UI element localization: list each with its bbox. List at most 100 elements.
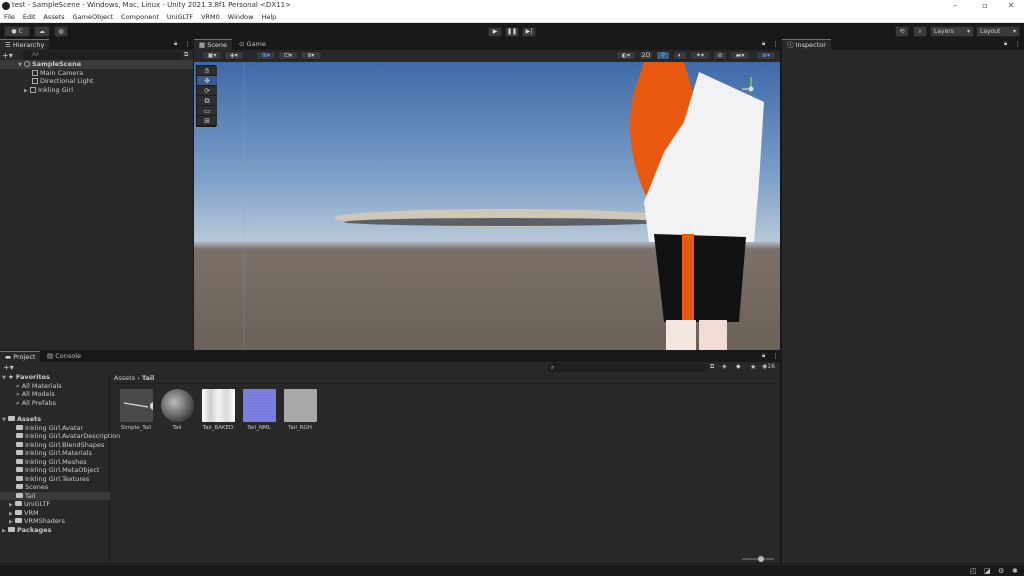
menu-file[interactable]: File bbox=[0, 12, 19, 23]
debug-icon[interactable]: ⚙ bbox=[998, 567, 1004, 575]
assets-header[interactable]: ▼ Assets bbox=[2, 415, 41, 424]
increment-snap-dropdown[interactable]: ⧈▾ bbox=[300, 51, 322, 60]
rect-tool-icon[interactable]: ▭ bbox=[197, 106, 217, 116]
draw-mode-dropdown[interactable]: ▣▾ bbox=[202, 51, 222, 60]
minimize-icon[interactable]: – bbox=[940, 0, 970, 12]
label-icon[interactable]: ◆ bbox=[736, 363, 741, 370]
favorite-star-icon: ★ bbox=[8, 373, 14, 381]
layout-dropdown[interactable]: Layout ▾ bbox=[976, 25, 1020, 37]
asset-item[interactable]: Simple_Tail bbox=[118, 389, 158, 431]
history-icon[interactable]: ⟲ bbox=[895, 25, 909, 37]
favorite-item[interactable]: ⌕ All Materials bbox=[16, 382, 62, 391]
tab-project[interactable]: ▬ Project bbox=[0, 351, 41, 362]
global-toggle[interactable]: ⊞▾ bbox=[256, 51, 276, 60]
gizmos-dropdown[interactable]: ⊕▾ bbox=[756, 51, 776, 60]
folder-item[interactable]: ▶ UniGLTF bbox=[9, 500, 50, 509]
tab-hierarchy[interactable]: ☰ Hierarchy bbox=[0, 39, 50, 50]
hierarchy-item-main-camera[interactable]: Main Camera bbox=[32, 69, 83, 78]
folder-item[interactable]: ▶ VRMShaders bbox=[9, 517, 65, 526]
menu-window[interactable]: Window bbox=[224, 12, 258, 23]
orientation-gizmo[interactable] bbox=[736, 74, 766, 104]
cloud-icon[interactable]: ☁ bbox=[34, 25, 50, 37]
menu-edit[interactable]: Edit bbox=[19, 12, 40, 23]
favorite-item[interactable]: ⌕ All Prefabs bbox=[16, 399, 56, 408]
hierarchy-search-input[interactable]: All bbox=[22, 51, 182, 60]
lock-icon[interactable]: 🔒︎ bbox=[1004, 40, 1007, 48]
2d-toggle[interactable]: 2D bbox=[639, 51, 653, 60]
lock-icon[interactable]: 🔒︎ bbox=[762, 352, 765, 360]
favorite-star-icon[interactable]: ★ bbox=[750, 363, 756, 371]
folder-item[interactable]: Inkling Girl.AvatarDescription bbox=[16, 432, 120, 441]
step-button[interactable]: ▶| bbox=[522, 27, 536, 37]
pause-button[interactable]: ❚❚ bbox=[505, 27, 519, 37]
more-menu-icon[interactable]: ⋮ bbox=[772, 40, 779, 48]
move-tool-icon[interactable]: ✥ bbox=[197, 76, 217, 86]
project-search-input[interactable]: ⌕ bbox=[548, 363, 708, 372]
folder-item[interactable]: Inkling Girl.MetaObject bbox=[16, 466, 99, 475]
hidden-objects-icon[interactable]: ⊘ bbox=[713, 51, 727, 60]
menu-vrm0[interactable]: VRM0 bbox=[197, 12, 224, 23]
rotate-tool-icon[interactable]: ⟳ bbox=[197, 86, 217, 96]
camera-settings-dropdown[interactable]: ▬▾ bbox=[730, 51, 750, 60]
account-button[interactable]: ● C bbox=[4, 25, 30, 37]
more-menu-icon[interactable]: ⋮ bbox=[772, 352, 779, 360]
favorites-header[interactable]: ▼ ★ Favorites bbox=[2, 373, 50, 382]
tab-inspector[interactable]: ⓘ Inspector bbox=[782, 39, 831, 50]
camera-effects-dropdown[interactable]: ◐▾ bbox=[616, 51, 636, 60]
packages-header[interactable]: ▶ Packages bbox=[2, 526, 51, 535]
audio-icon[interactable]: 🔈︎ bbox=[673, 51, 687, 60]
folder-item[interactable]: Inkling Girl.BlendShapes bbox=[16, 441, 104, 450]
folder-item[interactable]: Scenes bbox=[16, 483, 48, 492]
fx-dropdown[interactable]: ✦▾ bbox=[690, 51, 710, 60]
asset-item[interactable]: Tail_NML bbox=[241, 389, 277, 431]
add-icon[interactable]: +▾ bbox=[3, 363, 14, 372]
folder-item-selected[interactable]: Tail bbox=[0, 491, 110, 500]
menu-unigltf[interactable]: UniGLTF bbox=[163, 12, 197, 23]
menu-gameobject[interactable]: GameObject bbox=[69, 12, 118, 23]
collab-icon[interactable]: ◍ bbox=[54, 25, 68, 37]
hierarchy-item-inkling-girl[interactable]: ▶ Inkling Girl bbox=[24, 86, 73, 95]
menu-component[interactable]: Component bbox=[117, 12, 163, 23]
asset-item[interactable]: Tail bbox=[159, 389, 195, 431]
folder-item[interactable]: Inkling Girl.Textures bbox=[16, 475, 89, 484]
grid-snap-dropdown[interactable]: ⊡▾ bbox=[278, 51, 298, 60]
lock-icon[interactable]: 🔒︎ bbox=[174, 40, 177, 48]
tab-scene[interactable]: ▦ Scene bbox=[194, 39, 233, 50]
scene-visibility-icon[interactable]: ⧉ bbox=[184, 51, 188, 59]
hand-tool-icon[interactable]: ✋︎ bbox=[197, 66, 217, 76]
more-menu-icon[interactable]: ⋮ bbox=[184, 40, 191, 48]
hierarchy-item-directional-light[interactable]: Directional Light bbox=[32, 77, 93, 86]
cache-icon[interactable]: ◪ bbox=[984, 567, 991, 575]
favorite-item[interactable]: ⌕ All Models bbox=[16, 390, 55, 399]
layers-dropdown[interactable]: Layers ▾ bbox=[930, 25, 974, 37]
asset-item[interactable]: Tail_BAKED bbox=[200, 389, 236, 431]
bug-icon[interactable]: ✱ bbox=[1012, 567, 1018, 575]
play-button[interactable]: ▶ bbox=[488, 27, 502, 37]
scale-tool-icon[interactable]: ⧉ bbox=[197, 96, 217, 106]
lighting-icon[interactable]: 💡︎ bbox=[656, 51, 670, 60]
transform-tool-icon[interactable]: ⊞ bbox=[197, 116, 217, 126]
progress-icon[interactable]: ◰ bbox=[970, 567, 977, 575]
search-by-type-icon[interactable]: ⧉ bbox=[710, 363, 714, 371]
folder-item[interactable]: Inkling Girl.Meshes bbox=[16, 458, 87, 467]
search-icon[interactable]: ⌕ bbox=[913, 25, 927, 37]
folder-item[interactable]: ▶ VRM bbox=[9, 509, 39, 518]
tab-game[interactable]: ⊙ Game bbox=[234, 39, 271, 50]
menu-help[interactable]: Help bbox=[257, 12, 280, 23]
shading-dropdown[interactable]: ◈▾ bbox=[224, 51, 244, 60]
breadcrumb-item-assets[interactable]: Assets bbox=[114, 374, 135, 382]
lock-icon[interactable]: 🔒︎ bbox=[762, 40, 765, 48]
more-menu-icon[interactable]: ⋮ bbox=[1014, 40, 1021, 48]
hierarchy-scene-row[interactable]: ▼ SampleScene bbox=[0, 60, 193, 69]
search-by-label-icon[interactable]: ◈ bbox=[722, 363, 727, 370]
breadcrumb-item-tail[interactable]: Tail bbox=[142, 374, 154, 382]
folder-item[interactable]: Inkling Girl.Materials bbox=[16, 449, 92, 458]
scene-viewport[interactable]: ✋︎ ✥ ⟳ ⧉ ▭ ⊞ bbox=[194, 62, 780, 350]
slider-handle[interactable] bbox=[758, 556, 764, 562]
close-icon[interactable]: ✕ bbox=[996, 0, 1024, 12]
asset-item[interactable]: Tail_RGH bbox=[282, 389, 318, 431]
add-icon[interactable]: +▾ bbox=[2, 51, 13, 60]
folder-item[interactable]: Inkling Girl.Avatar bbox=[16, 424, 83, 433]
menu-assets[interactable]: Assets bbox=[39, 12, 68, 23]
tab-console[interactable]: ▤ Console bbox=[42, 351, 86, 362]
